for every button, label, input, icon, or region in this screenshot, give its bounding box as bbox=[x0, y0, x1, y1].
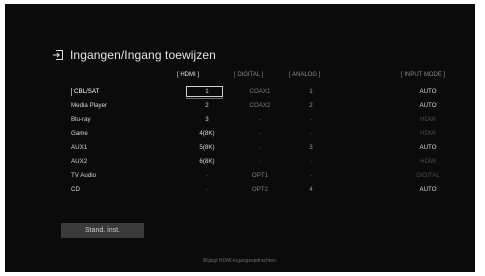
hdmi-selection-underline bbox=[186, 98, 223, 99]
reset-defaults-button[interactable]: Stand. inst. bbox=[61, 223, 144, 238]
analog-assignment[interactable]: - bbox=[291, 128, 331, 140]
title-row: Ingangen/Ingang toewijzen bbox=[52, 47, 216, 63]
input-mode[interactable]: AUTO bbox=[393, 142, 463, 154]
hdmi-assignment[interactable]: 2 bbox=[183, 100, 231, 112]
table-row[interactable]: AUX1 5(8K) - 3 AUTO bbox=[5, 142, 475, 154]
digital-assignment[interactable]: OPT1 bbox=[236, 170, 284, 182]
analog-assignment[interactable]: - bbox=[291, 170, 331, 182]
input-mode[interactable]: AUTO bbox=[393, 184, 463, 196]
digital-assignment[interactable]: COAX2 bbox=[236, 100, 284, 112]
digital-assignment[interactable]: OPT2 bbox=[236, 184, 284, 196]
column-header-digital: [ DIGITAL ] bbox=[234, 72, 264, 78]
hdmi-assignment[interactable]: 5(8K) bbox=[183, 142, 231, 154]
hdmi-assignment[interactable]: 3 bbox=[183, 114, 231, 126]
input-mode: DIGITAL bbox=[416, 172, 440, 179]
input-mode: HDMI bbox=[420, 130, 436, 137]
analog-assignment[interactable]: - bbox=[291, 114, 331, 126]
source-name: AUX2 bbox=[71, 158, 88, 165]
analog-assignment[interactable]: 4 bbox=[291, 184, 331, 196]
hdmi-assignment[interactable]: - bbox=[183, 170, 231, 182]
column-header-input-mode: [ INPUT MODE ] bbox=[401, 72, 446, 78]
source-name: Game bbox=[71, 130, 88, 137]
column-header-analog: [ ANALOG ] bbox=[289, 72, 321, 78]
source-name: CBL/SAT bbox=[74, 88, 100, 95]
column-header-hdmi: [ HDMI ] bbox=[177, 72, 199, 78]
analog-assignment[interactable]: - bbox=[291, 156, 331, 168]
table-row[interactable]: TV Audio - OPT1 - DIGITAL bbox=[5, 170, 475, 182]
digital-assignment[interactable]: - bbox=[236, 142, 284, 154]
hdmi-assignment[interactable]: 6(8K) bbox=[183, 156, 231, 168]
source-name: CD bbox=[71, 186, 80, 193]
hdmi-assignment[interactable]: - bbox=[183, 184, 231, 196]
input-assign-screen: Ingangen/Ingang toewijzen [ HDMI ] [ DIG… bbox=[5, 4, 475, 272]
input-mode[interactable]: AUTO bbox=[393, 86, 463, 98]
table-row[interactable]: Media Player 2 COAX2 2 AUTO bbox=[5, 100, 475, 112]
analog-assignment[interactable]: 3 bbox=[291, 142, 331, 154]
input-mode: HDMI bbox=[420, 158, 436, 165]
digital-assignment[interactable]: - bbox=[236, 128, 284, 140]
hdmi-assignment[interactable]: 1 bbox=[183, 86, 231, 98]
digital-assignment[interactable]: - bbox=[236, 156, 284, 168]
analog-assignment[interactable]: 1 bbox=[291, 86, 331, 98]
input-mode: HDMI bbox=[420, 116, 436, 123]
source-name: TV Audio bbox=[71, 172, 97, 179]
table-row[interactable]: AUX2 6(8K) - - HDMI bbox=[5, 156, 475, 168]
hint-text: Wijzigt HDMI-ingangsopdrachten. bbox=[202, 258, 278, 264]
table-row[interactable]: CD - OPT2 4 AUTO bbox=[5, 184, 475, 196]
hdmi-assignment[interactable]: 4(8K) bbox=[183, 128, 231, 140]
table-row[interactable]: CBL/SAT 1 COAX1 1 AUTO bbox=[5, 86, 475, 98]
source-name: Media Player bbox=[71, 102, 108, 109]
input-icon bbox=[52, 49, 64, 61]
input-mode[interactable]: AUTO bbox=[393, 100, 463, 112]
page-title: Ingangen/Ingang toewijzen bbox=[70, 48, 216, 62]
source-name: Blu-ray bbox=[71, 116, 91, 123]
digital-assignment[interactable]: - bbox=[236, 114, 284, 126]
table-row[interactable]: Blu-ray 3 - - HDMI bbox=[5, 114, 475, 126]
analog-assignment[interactable]: 2 bbox=[291, 100, 331, 112]
source-name: AUX1 bbox=[71, 144, 88, 151]
digital-assignment[interactable]: COAX1 bbox=[236, 86, 284, 98]
table-row[interactable]: Game 4(8K) - - HDMI bbox=[5, 128, 475, 140]
